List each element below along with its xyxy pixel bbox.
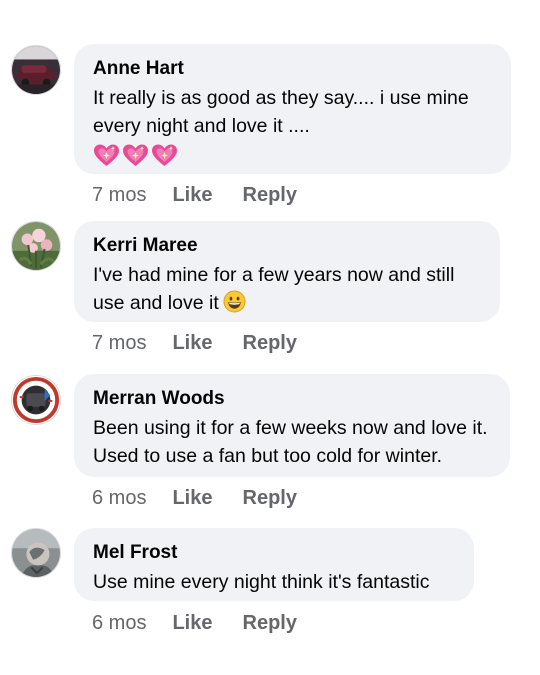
comment-author[interactable]: Merran Woods xyxy=(93,387,490,411)
avatar[interactable] xyxy=(11,528,61,578)
comment-author[interactable]: Mel Frost xyxy=(93,541,454,565)
grinning-face-icon xyxy=(223,290,246,313)
avatar[interactable] xyxy=(11,45,61,95)
like-button[interactable]: Like xyxy=(172,332,212,355)
like-button[interactable]: Like xyxy=(172,184,212,207)
comment-bubble: Merran Woods Been using it for a few wee… xyxy=(74,374,510,477)
comment-timestamp[interactable]: 7 mos xyxy=(92,184,146,207)
comment-author[interactable]: Kerri Maree xyxy=(93,234,480,258)
comment-actions: 6 mos Like Reply xyxy=(92,487,297,510)
emoji-row xyxy=(93,141,491,169)
comment-text: Been using it for a few weeks now and lo… xyxy=(93,417,488,467)
avatar-image xyxy=(12,222,60,270)
comment-bubble: Anne Hart It really is as good as they s… xyxy=(74,44,511,174)
reply-button[interactable]: Reply xyxy=(243,612,297,635)
comment-timestamp[interactable]: 7 mos xyxy=(92,332,146,355)
avatar[interactable] xyxy=(11,221,61,271)
comment-bubble: Kerri Maree I've had mine for a few year… xyxy=(74,221,500,322)
comment-author[interactable]: Anne Hart xyxy=(93,57,491,81)
like-button[interactable]: Like xyxy=(172,612,212,635)
comment-timestamp[interactable]: 6 mos xyxy=(92,487,146,510)
comment-text: It really is as good as they say.... i u… xyxy=(93,87,469,137)
sparkling-heart-icon xyxy=(94,144,119,166)
sparkling-heart-icon xyxy=(152,144,177,166)
comment-actions: 7 mos Like Reply xyxy=(92,184,297,207)
avatar-image xyxy=(12,529,60,577)
comment-bubble: Mel Frost Use mine every night think it'… xyxy=(74,528,474,601)
reply-button[interactable]: Reply xyxy=(243,332,297,355)
comment-text: I've had mine for a few years now and st… xyxy=(93,261,480,317)
avatar-image xyxy=(12,376,60,424)
comment-text: Use mine every night think it's fantasti… xyxy=(93,571,430,593)
avatar[interactable] xyxy=(11,375,61,425)
sparkling-heart-icon xyxy=(123,144,148,166)
avatar-image xyxy=(12,46,60,94)
comment-actions: 7 mos Like Reply xyxy=(92,332,297,355)
reply-button[interactable]: Reply xyxy=(243,184,297,207)
comment-actions: 6 mos Like Reply xyxy=(92,612,297,635)
like-button[interactable]: Like xyxy=(172,487,212,510)
comment-timestamp[interactable]: 6 mos xyxy=(92,612,146,635)
reply-button[interactable]: Reply xyxy=(243,487,297,510)
comment-text-content: I've had mine for a few years now and st… xyxy=(93,264,455,314)
